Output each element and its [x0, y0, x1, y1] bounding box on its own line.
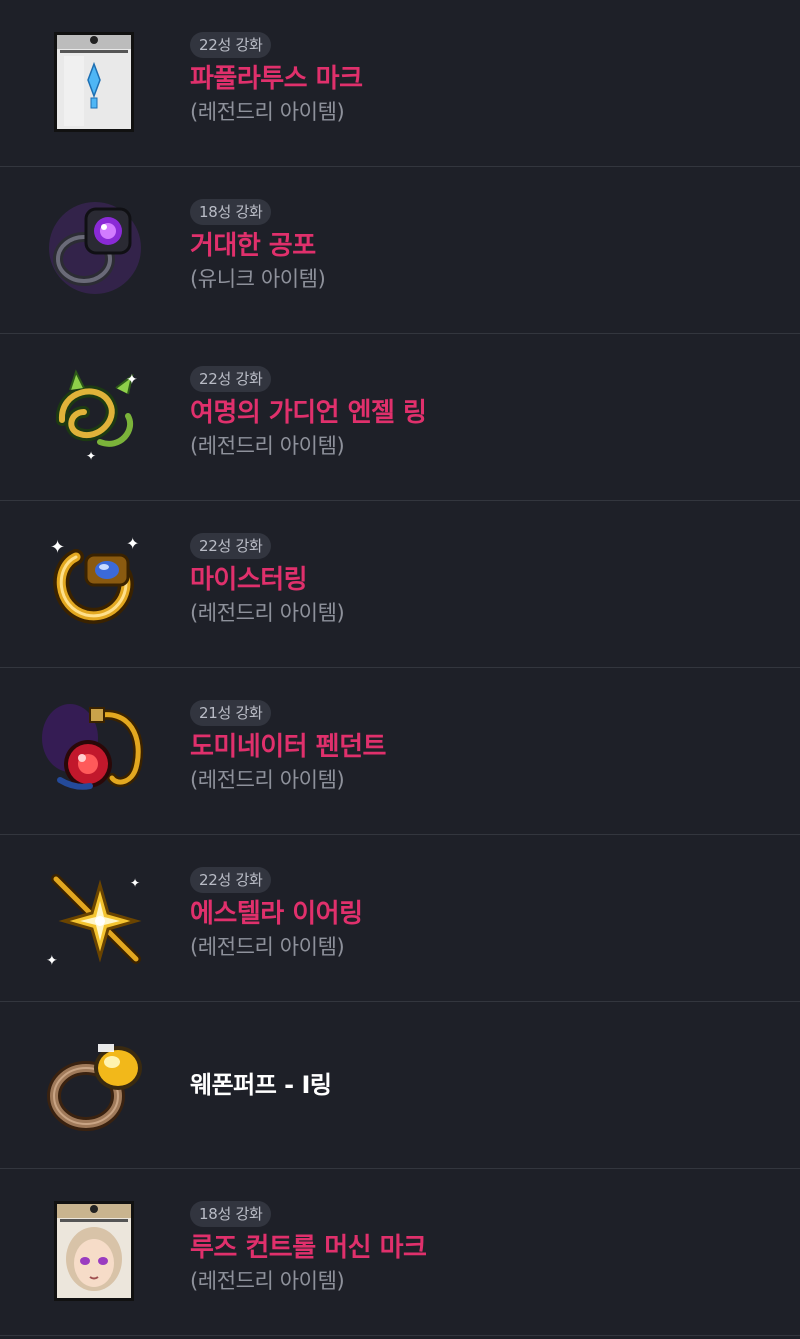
meister-ring-icon: ✦ ✦	[40, 527, 150, 637]
item-name: 웨폰퍼프 - I링	[190, 1071, 332, 1099]
item-grade: (레전드리 아이템)	[190, 935, 345, 959]
item-name: 루즈 컨트롤 머신 마크	[190, 1233, 427, 1263]
giant-fear-ring-icon	[40, 193, 150, 303]
item-grade: (유니크 아이템)	[190, 267, 326, 291]
star-force-badge: 18성 강화	[190, 199, 272, 225]
svg-text:✦: ✦	[126, 372, 138, 388]
list-item[interactable]: 21성 강화 도미네이터 펜던트 (레전드리 아이템)	[0, 668, 800, 835]
list-item[interactable]: 18성 강화 루즈 컨트롤 머신 마크 (레전드리 아이템)	[0, 1169, 800, 1336]
list-item[interactable]: 웨폰퍼프 - I링	[0, 1002, 800, 1169]
item-grade: (레전드리 아이템)	[190, 768, 345, 792]
guardian-angel-ring-icon: ✦ ✦	[40, 360, 150, 470]
item-name: 에스텔라 이어링	[190, 899, 363, 929]
item-grade: (레전드리 아이템)	[190, 1269, 345, 1293]
item-name: 마이스터링	[190, 565, 308, 595]
item-name: 도미네이터 펜던트	[190, 732, 386, 762]
svg-text:✦: ✦	[50, 537, 65, 558]
weapon-puff-ring-icon	[40, 1028, 150, 1138]
item-name: 거대한 공포	[190, 231, 316, 261]
star-force-badge: 18성 강화	[190, 1201, 272, 1227]
list-item[interactable]: ✦ ✦ 22성 강화 마이스터링 (레전드리 아이템)	[0, 501, 800, 668]
item-name: 여명의 가디언 엔젤 링	[190, 398, 427, 428]
svg-text:✦: ✦	[86, 449, 96, 463]
item-grade: (레전드리 아이템)	[190, 100, 345, 124]
svg-text:✦: ✦	[46, 953, 58, 969]
star-force-badge: 21성 강화	[190, 700, 272, 726]
item-grade: (레전드리 아이템)	[190, 434, 345, 458]
star-force-badge: 22성 강화	[190, 533, 272, 559]
item-grade: (레전드리 아이템)	[190, 601, 345, 625]
dominator-pendant-icon	[40, 694, 150, 804]
svg-text:✦: ✦	[130, 876, 140, 890]
lucid-control-machine-mark-icon	[40, 1195, 150, 1305]
star-force-badge: 22성 강화	[190, 366, 272, 392]
list-item[interactable]: 18성 강화 거대한 공포 (유니크 아이템)	[0, 167, 800, 334]
list-item[interactable]: ✦ ✦ 22성 강화 에스텔라 이어링 (레전드리 아이템)	[0, 835, 800, 1002]
svg-text:✦: ✦	[126, 534, 139, 553]
star-force-badge: 22성 강화	[190, 867, 272, 893]
list-item[interactable]: 22성 강화 파풀라투스 마크 (레전드리 아이템)	[0, 0, 800, 167]
papulatus-mark-icon	[40, 26, 150, 136]
estella-earring-icon: ✦ ✦	[40, 861, 150, 971]
equipment-list: 22성 강화 파풀라투스 마크 (레전드리 아이템) 18성 강화 거대한 공포…	[0, 0, 800, 1339]
list-item[interactable]: ✦ ✦ 22성 강화 여명의 가디언 엔젤 링 (레전드리 아이템)	[0, 334, 800, 501]
star-force-badge: 22성 강화	[190, 32, 272, 58]
item-name: 파풀라투스 마크	[190, 64, 363, 94]
